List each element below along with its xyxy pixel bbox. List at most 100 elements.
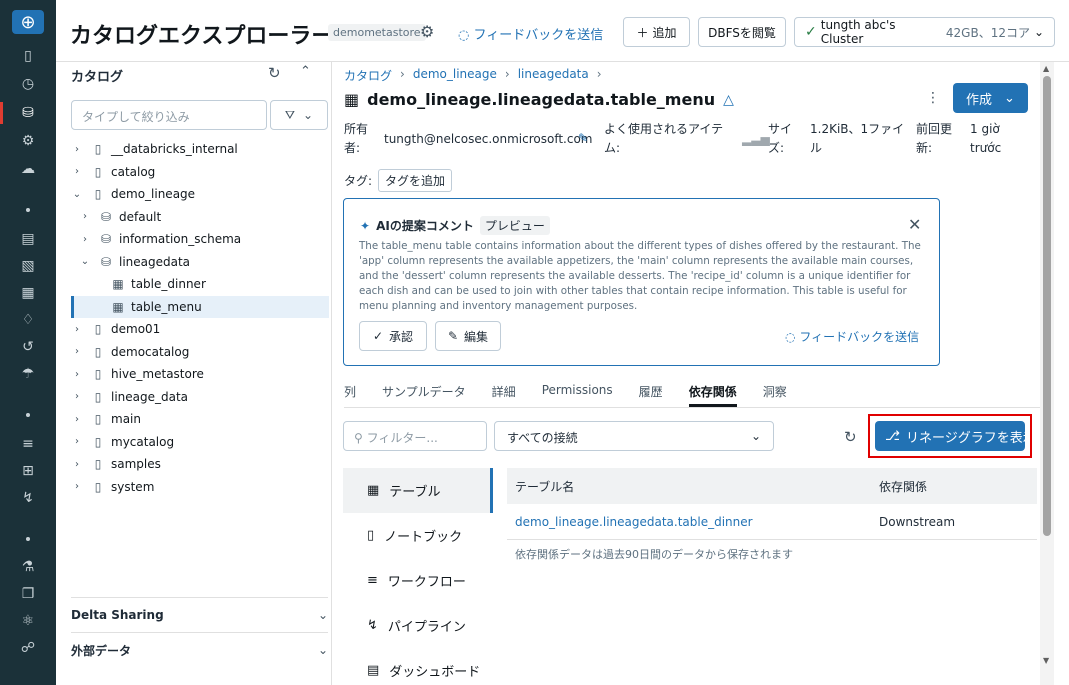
tree-node[interactable]: › ▯ __databricks_internal [71, 138, 329, 161]
breadcrumb-item[interactable]: カタログ [344, 67, 392, 84]
workflows-icon[interactable]: ⚙ [18, 131, 38, 151]
catalog-panel: カタログ ↻ ⌃ タイプして絞り込み ⛛ ⌄ › ▯ __databricks_in… [56, 62, 332, 685]
tab-history[interactable]: 履歴 [639, 383, 663, 407]
catalog-search-input[interactable]: タイプして絞り込み [71, 100, 267, 130]
new-icon[interactable]: ⊕ [12, 10, 44, 34]
dep-type-notebooks[interactable]: ▯ ノートブック [343, 513, 493, 558]
chevron-right-icon[interactable]: › [71, 481, 83, 492]
tree-node[interactable]: ▦ table_dinner [71, 273, 329, 296]
chevron-down-icon[interactable]: ⌄ [71, 189, 83, 200]
breadcrumb-item[interactable]: lineagedata [518, 67, 589, 84]
tree-node[interactable]: › ⛁ default [71, 206, 329, 229]
tree-node[interactable]: › ▯ demo01 [71, 318, 329, 341]
add-button[interactable]: ＋ 追加 [623, 17, 690, 47]
feedback-link[interactable]: ◌ フィードバックを送信 [458, 24, 603, 43]
dep-type-dashboards[interactable]: ▤ ダッシュボード [343, 648, 493, 678]
dependency-filter-input[interactable]: ⚲ フィルター... [343, 421, 487, 451]
tree-node[interactable]: › ▯ system [71, 476, 329, 499]
close-icon[interactable]: ✕ [908, 215, 921, 234]
alerts-icon[interactable]: ♢ [18, 310, 38, 330]
sql-editor-icon[interactable]: ▤ [18, 229, 38, 249]
chevron-right-icon[interactable]: › [71, 369, 83, 380]
view-lineage-graph-button[interactable]: ⎇ リネージグラフを表示 [875, 421, 1025, 451]
tab-sample-data[interactable]: サンプルデータ [382, 383, 466, 407]
serving-icon[interactable]: ☍ [18, 638, 38, 658]
scroll-down-icon[interactable]: ▼ [1043, 656, 1049, 665]
tab-permissions[interactable]: Permissions [542, 383, 613, 407]
dep-type-pipelines[interactable]: ↯ パイプライン [343, 603, 493, 648]
chevron-right-icon[interactable]: › [71, 414, 83, 425]
tree-node[interactable]: › ▯ democatalog [71, 341, 329, 364]
lab-icon[interactable]: ⚗ [18, 557, 38, 577]
tree-node[interactable]: › ⛁ information_schema [71, 228, 329, 251]
tree-node[interactable]: › ▯ main [71, 408, 329, 431]
separator-dot [26, 413, 30, 417]
cluster-selector[interactable]: ✓ tungth abc's Cluster 42GB、12コア ⌄ [794, 17, 1055, 47]
layers-icon[interactable]: ❐ [18, 584, 38, 604]
schema-icon: ⛁ [100, 209, 112, 224]
chevron-down-icon: ⌄ [750, 429, 761, 443]
chevron-right-icon[interactable]: › [71, 166, 83, 177]
tree-node[interactable]: › ▯ catalog [71, 161, 329, 184]
tree-node-selected[interactable]: ▦ table_menu [71, 295, 329, 318]
tree-node[interactable]: ⌄ ▯ demo_lineage [71, 183, 329, 206]
chevron-down-icon: ⌄ [317, 643, 328, 657]
refresh-icon[interactable]: ↻ [844, 428, 857, 446]
tree-node[interactable]: › ▯ mycatalog [71, 431, 329, 454]
scroll-up-icon[interactable]: ▲ [1043, 64, 1049, 73]
models-icon[interactable]: ↯ [18, 488, 38, 508]
add-tag-button[interactable]: タグを追加 [378, 169, 453, 192]
approve-button[interactable]: ✓ 承認 [359, 321, 427, 351]
workspace-icon[interactable]: ▯ [18, 46, 38, 66]
dep-type-tables[interactable]: ▦ テーブル [343, 468, 493, 513]
ai-feedback-link[interactable]: ◌ フィードバックを送信 [785, 328, 919, 345]
chevron-right-icon[interactable]: › [71, 436, 83, 447]
tab-columns[interactable]: 列 [344, 383, 356, 407]
refresh-icon[interactable]: ↻ [268, 64, 281, 82]
kebab-menu-icon[interactable]: ⋮ [926, 90, 940, 106]
dependency-table-link[interactable]: demo_lineage.lineagedata.table_dinner [507, 515, 871, 529]
history-icon[interactable]: ↺ [18, 337, 38, 357]
dbfs-button[interactable]: DBFSを閲覧 [698, 17, 786, 47]
dashboards-icon[interactable]: ▦ [18, 283, 38, 303]
column-header[interactable]: テーブル名 [507, 478, 871, 495]
chevron-right-icon[interactable]: › [71, 459, 83, 470]
warehouses-icon[interactable]: ☂ [18, 364, 38, 384]
graph-icon[interactable]: ⚛ [18, 611, 38, 631]
breadcrumb-item[interactable]: demo_lineage [413, 67, 497, 84]
delta-sharing-section[interactable]: Delta Sharing ⌄ [71, 597, 328, 632]
chevron-right-icon[interactable]: › [71, 346, 83, 357]
gear-icon[interactable]: ⚙ [420, 22, 434, 41]
chevron-up-icon[interactable]: ⌃ [300, 64, 311, 79]
column-header[interactable]: 依存関係 [871, 478, 1037, 495]
filter-button[interactable]: ⛛ ⌄ [270, 100, 328, 130]
features-icon[interactable]: ⊞ [18, 461, 38, 481]
pencil-icon[interactable]: ✎ [578, 129, 588, 148]
compute-icon[interactable]: ☁ [18, 159, 38, 179]
tree-node-label: lineage_data [111, 389, 189, 404]
scroll-thumb[interactable] [1043, 76, 1051, 536]
dep-type-workflows[interactable]: ≡ ワークフロー [343, 558, 493, 603]
tree-node[interactable]: › ▯ samples [71, 453, 329, 476]
create-button[interactable]: 作成 ⌄ [953, 83, 1028, 113]
recents-icon[interactable]: ◷ [18, 74, 38, 94]
edit-button[interactable]: ✎ 編集 [435, 321, 501, 351]
queries-icon[interactable]: ▧ [18, 256, 38, 276]
chevron-right-icon[interactable]: › [71, 391, 83, 402]
tree-node[interactable]: › ▯ lineage_data [71, 386, 329, 409]
chevron-right-icon[interactable]: › [71, 144, 83, 155]
tree-node[interactable]: › ▯ hive_metastore [71, 363, 329, 386]
catalog-icon[interactable]: ⛁ [18, 103, 38, 123]
tab-lineage[interactable]: 依存関係 [688, 383, 737, 407]
chevron-right-icon[interactable]: › [79, 211, 91, 222]
tab-details[interactable]: 詳細 [492, 383, 516, 407]
page-scrollbar[interactable]: ▲ ▼ [1040, 62, 1054, 685]
experiments-icon[interactable]: ≡ [18, 434, 38, 454]
external-data-section[interactable]: 外部データ ⌄ [71, 632, 328, 667]
chevron-right-icon[interactable]: › [79, 234, 91, 245]
chevron-down-icon[interactable]: ⌄ [79, 256, 91, 267]
chevron-right-icon[interactable]: › [71, 324, 83, 335]
tree-node[interactable]: ⌄ ⛁ lineagedata [71, 251, 329, 274]
connection-select[interactable]: すべての接続 ⌄ [494, 421, 774, 451]
tab-insights[interactable]: 洞察 [763, 383, 787, 407]
